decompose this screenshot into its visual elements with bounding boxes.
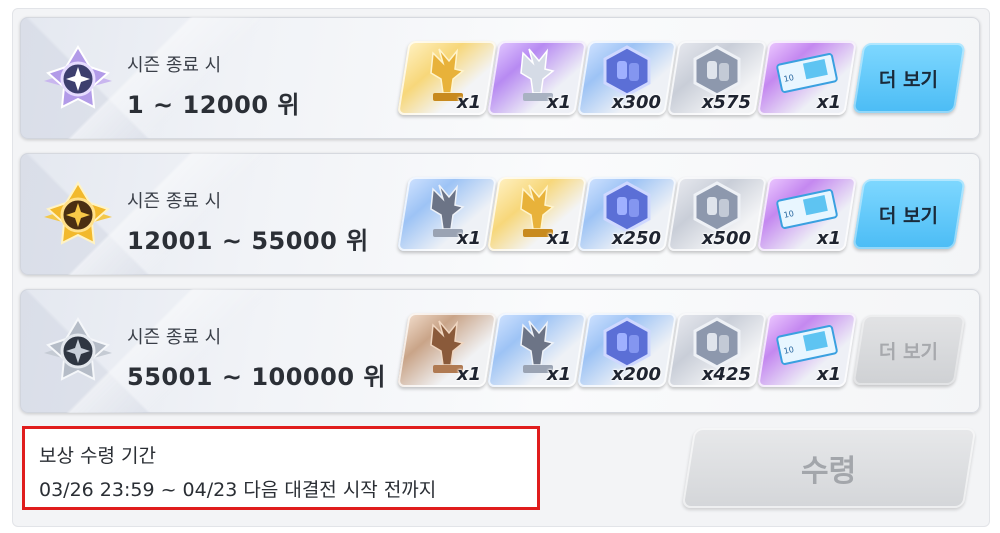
more-button-label: 더 보기 [879, 204, 939, 227]
reward-tier-3: 시즌 종료 시 55001 ~ 100000 위 x1 x1 x200 x425… [20, 289, 980, 413]
claim-button-label: 수령 [801, 454, 857, 489]
gold-star-badge-icon [44, 181, 112, 245]
reward-item[interactable]: 10 x1 [757, 41, 857, 115]
reward-quantity: x500 [701, 228, 751, 249]
more-button[interactable]: 더 보기 [852, 315, 966, 385]
reward-item[interactable]: x200 [577, 313, 677, 387]
reward-item[interactable]: 10 x1 [757, 177, 857, 251]
reward-quantity: x425 [701, 364, 751, 385]
reward-item[interactable]: x1 [397, 313, 497, 387]
reward-quantity: x1 [546, 364, 571, 385]
reward-item[interactable]: 10 x1 [757, 313, 857, 387]
reward-quantity: x300 [611, 92, 661, 113]
tier-label: 시즌 종료 시 [127, 191, 222, 212]
tier-range: 12001 ~ 55000 위 [127, 227, 369, 255]
tier-range: 1 ~ 12000 위 [127, 91, 300, 119]
reward-quantity: x1 [546, 228, 571, 249]
reward-quantity: x1 [816, 92, 841, 113]
reward-item[interactable]: x300 [577, 41, 677, 115]
claim-period-box: 보상 수령 기간 03/26 23:59 ~ 04/23 다음 대결전 시작 전… [22, 426, 540, 510]
reward-item[interactable]: x1 [397, 177, 497, 251]
reward-item[interactable]: x1 [487, 313, 587, 387]
tier-label: 시즌 종료 시 [127, 55, 222, 76]
reward-tier-1: 시즌 종료 시 1 ~ 12000 위 x1 x1 x300 x575 10 x… [20, 17, 980, 139]
reward-quantity: x1 [546, 92, 571, 113]
reward-quantity: x575 [701, 92, 751, 113]
reward-item[interactable]: x425 [667, 313, 767, 387]
reward-tier-2: 시즌 종료 시 12001 ~ 55000 위 x1 x1 x250 x500 … [20, 153, 980, 275]
claim-period-dates: 03/26 23:59 ~ 04/23 다음 대결전 시작 전까지 [39, 479, 437, 501]
reward-list: x1 x1 x200 x425 10 x1 [397, 313, 857, 387]
silver-star-badge-icon [44, 317, 112, 381]
reward-item[interactable]: x1 [397, 41, 497, 115]
claim-button[interactable]: 수령 [681, 428, 977, 508]
reward-item[interactable]: x1 [487, 41, 587, 115]
reward-item[interactable]: x250 [577, 177, 677, 251]
reward-item[interactable]: x575 [667, 41, 767, 115]
more-button-label: 더 보기 [879, 340, 939, 363]
reward-quantity: x200 [611, 364, 661, 385]
claim-period-title: 보상 수령 기간 [39, 445, 156, 467]
reward-quantity: x1 [456, 228, 481, 249]
more-button[interactable]: 더 보기 [852, 43, 966, 113]
reward-quantity: x250 [611, 228, 661, 249]
reward-item[interactable]: x1 [487, 177, 587, 251]
more-button[interactable]: 더 보기 [852, 179, 966, 249]
reward-list: x1 x1 x250 x500 10 x1 [397, 177, 857, 251]
reward-quantity: x1 [816, 364, 841, 385]
tier-label: 시즌 종료 시 [127, 327, 222, 348]
tier-range: 55001 ~ 100000 위 [127, 363, 386, 391]
reward-list: x1 x1 x300 x575 10 x1 [397, 41, 857, 115]
reward-quantity: x1 [456, 92, 481, 113]
purple-star-badge-icon [44, 45, 112, 109]
reward-quantity: x1 [456, 364, 481, 385]
more-button-label: 더 보기 [879, 68, 939, 91]
reward-quantity: x1 [816, 228, 841, 249]
reward-item[interactable]: x500 [667, 177, 767, 251]
